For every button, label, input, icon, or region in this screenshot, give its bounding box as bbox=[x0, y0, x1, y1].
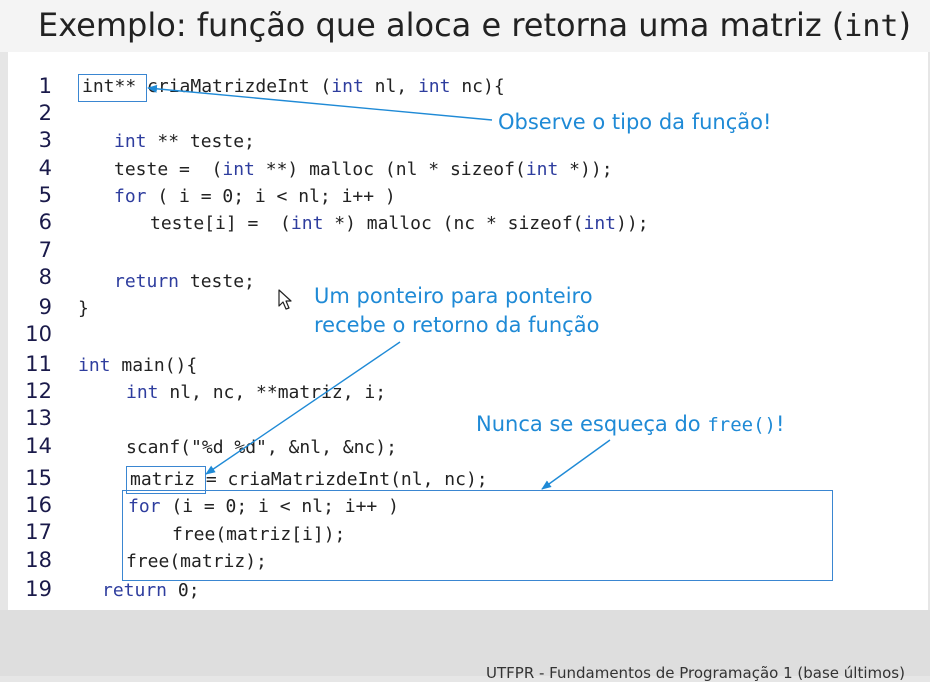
keyword: return bbox=[102, 580, 168, 601]
code-line-9: } bbox=[78, 298, 89, 320]
line-number: 2 bbox=[38, 101, 52, 125]
line-number: 4 bbox=[38, 156, 52, 180]
line-number: 13 bbox=[25, 406, 52, 430]
line-number: 1 bbox=[38, 74, 52, 98]
note-free-text: Nunca se esqueça do bbox=[476, 412, 708, 436]
line-number: 17 bbox=[25, 520, 52, 544]
footer-text: UTFPR - Fundamentos de Programação 1 (ba… bbox=[486, 664, 905, 682]
return-type-highlight-box bbox=[78, 74, 147, 102]
code-text: scanf("%d %d", &nl, &nc); bbox=[126, 437, 397, 458]
keyword: int bbox=[583, 213, 617, 234]
line-number: 14 bbox=[25, 434, 52, 458]
keyword: int bbox=[290, 213, 324, 234]
code-text: teste = ( bbox=[114, 159, 223, 180]
note-free-end: ! bbox=[775, 412, 785, 436]
code-text: nc){ bbox=[450, 76, 505, 97]
code-line-14: scanf("%d %d", &nl, &nc); bbox=[126, 437, 397, 459]
code-line-6: teste[i] = (int *) malloc (nc * sizeof(i… bbox=[150, 213, 649, 235]
note-ponteiro-line1: Um ponteiro para ponteiro bbox=[314, 284, 593, 308]
mouse-cursor-icon bbox=[278, 289, 292, 310]
line-number: 15 bbox=[25, 466, 52, 490]
note-free: Nunca se esqueça do free()! bbox=[476, 410, 784, 439]
line-number: 3 bbox=[38, 128, 52, 152]
keyword: int bbox=[417, 76, 451, 97]
line-number: 11 bbox=[25, 352, 52, 376]
line-number: 8 bbox=[38, 265, 52, 289]
line-number: 18 bbox=[25, 548, 52, 572]
code-line-5: for ( i = 0; i < nl; i++ ) bbox=[114, 186, 396, 208]
keyword: int bbox=[331, 76, 364, 97]
code-line-4: teste = (int **) malloc (nl * sizeof(int… bbox=[114, 159, 613, 181]
code-text: } bbox=[78, 298, 89, 319]
slide-title: Exemplo: função que aloca e retorna uma … bbox=[38, 6, 911, 44]
line-number: 9 bbox=[38, 295, 52, 319]
code-text: main(){ bbox=[110, 355, 198, 376]
code-text: *) malloc (nc * sizeof( bbox=[323, 213, 584, 234]
code-text: = criaMatrizdeInt(nl, nc); bbox=[195, 469, 488, 490]
keyword: int bbox=[222, 159, 255, 180]
keyword: return bbox=[114, 271, 180, 292]
code-text: 0; bbox=[167, 580, 200, 601]
code-text: criaMatrizdeInt ( bbox=[136, 76, 332, 97]
keyword: int bbox=[525, 159, 559, 180]
code-text: *)); bbox=[558, 159, 613, 180]
code-line-8: return teste; bbox=[114, 271, 255, 293]
line-number: 5 bbox=[38, 183, 52, 207]
keyword: int bbox=[114, 131, 147, 152]
line-number: 16 bbox=[25, 493, 52, 517]
free-block-highlight-box bbox=[122, 490, 833, 581]
code-text: teste[i] = ( bbox=[150, 213, 291, 234]
title-close: ) bbox=[898, 6, 911, 44]
title-text: Exemplo: função que aloca e retorna uma … bbox=[38, 6, 845, 44]
slide-header: Exemplo: função que aloca e retorna uma … bbox=[0, 0, 930, 52]
line-number: 10 bbox=[25, 322, 52, 346]
code-text: ** teste; bbox=[146, 131, 255, 152]
line-number: 19 bbox=[25, 577, 52, 601]
code-text: **) malloc (nl * sizeof( bbox=[254, 159, 526, 180]
line-number: 12 bbox=[25, 379, 52, 403]
code-line-12: int nl, nc, **matriz, i; bbox=[126, 382, 386, 404]
code-text: ( i = 0; i < nl; i++ ) bbox=[146, 186, 396, 207]
code-text: teste; bbox=[179, 271, 255, 292]
code-line-19: return 0; bbox=[102, 580, 200, 602]
note-observe-tipo: Observe o tipo da função! bbox=[498, 110, 772, 134]
keyword: int bbox=[78, 355, 111, 376]
note-free-code: free() bbox=[707, 414, 776, 436]
title-code: int bbox=[844, 9, 899, 44]
line-number: 7 bbox=[38, 238, 52, 262]
keyword: int bbox=[126, 382, 159, 403]
code-line-11: int main(){ bbox=[78, 355, 197, 377]
code-line-3: int ** teste; bbox=[114, 131, 255, 153]
note-ponteiro-line2: recebe o retorno da função bbox=[314, 313, 600, 337]
code-text: )); bbox=[616, 213, 649, 234]
keyword: for bbox=[114, 186, 147, 207]
code-text: nl, bbox=[363, 76, 418, 97]
line-number: 6 bbox=[38, 210, 52, 234]
code-text: nl, nc, **matriz, i; bbox=[158, 382, 387, 403]
